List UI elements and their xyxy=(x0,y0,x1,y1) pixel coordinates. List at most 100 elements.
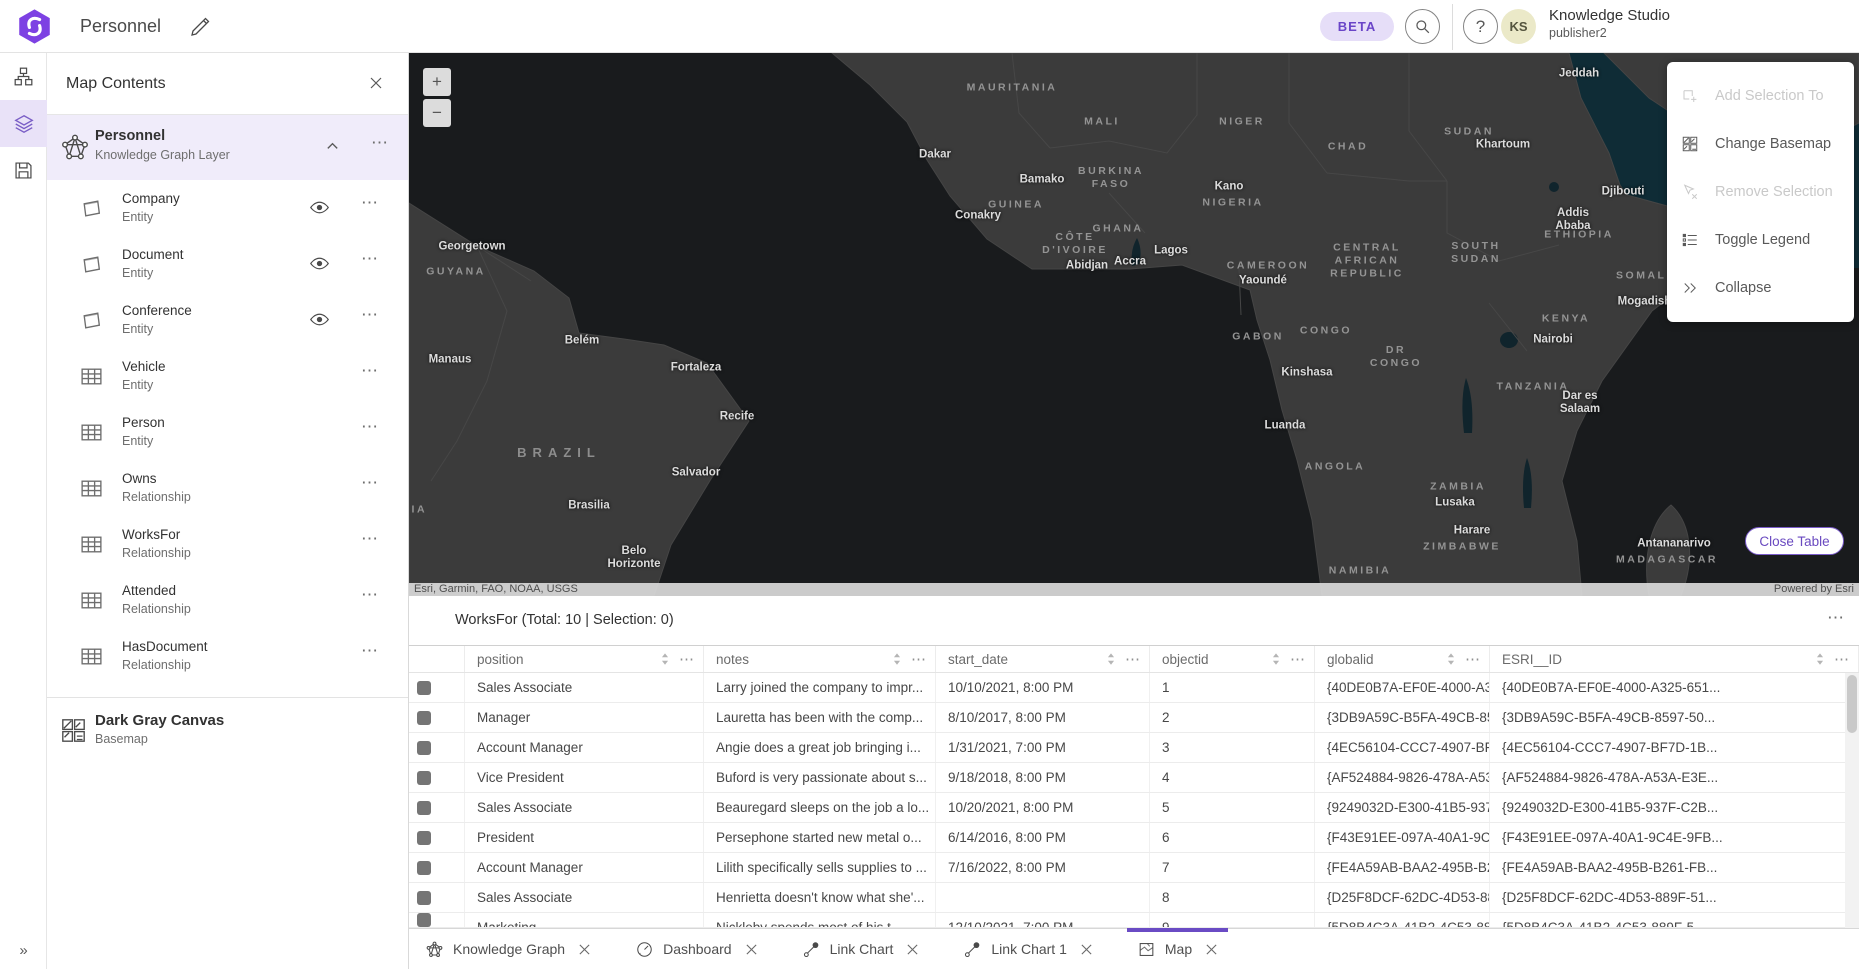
close-tab-icon[interactable] xyxy=(906,943,919,956)
row-checkbox[interactable] xyxy=(417,681,431,695)
layer-row-hasdocument[interactable]: HasDocumentRelationship⋯ xyxy=(47,628,408,684)
column-menu-icon[interactable]: ⋯ xyxy=(1290,650,1306,668)
column-header-objectid[interactable]: objectid⋯ xyxy=(1150,646,1315,672)
column-menu-icon[interactable]: ⋯ xyxy=(911,650,927,668)
table-row[interactable]: Sales AssociateLarry joined the company … xyxy=(409,673,1859,703)
column-header-position[interactable]: position⋯ xyxy=(465,646,704,672)
user-block[interactable]: Knowledge Studio publisher2 xyxy=(1549,7,1670,41)
top-bar: Personnel BETA ? KS Knowledge Studio pub… xyxy=(0,0,1859,53)
menu-item-label: Change Basemap xyxy=(1715,136,1831,152)
layer-row-document[interactable]: DocumentEntity⋯ xyxy=(47,236,408,292)
close-tab-icon[interactable] xyxy=(578,943,591,956)
row-checkbox[interactable] xyxy=(417,711,431,725)
tab-link-chart[interactable]: Link Chart xyxy=(792,929,930,969)
sort-icon[interactable] xyxy=(1445,652,1457,666)
layer-menu-icon[interactable]: ⋯ xyxy=(357,641,383,661)
table-row[interactable]: Sales AssociateBeauregard sleeps on the … xyxy=(409,793,1859,823)
row-checkbox[interactable] xyxy=(417,741,431,755)
close-table-button[interactable]: Close Table xyxy=(1745,527,1844,555)
layer-row-owns[interactable]: OwnsRelationship⋯ xyxy=(47,460,408,516)
layer-menu-icon[interactable]: ⋯ xyxy=(357,305,383,325)
layer-row-conference[interactable]: ConferenceEntity⋯ xyxy=(47,292,408,348)
help-button[interactable]: ? xyxy=(1463,9,1498,44)
sort-icon[interactable] xyxy=(659,652,671,666)
tab-link-chart-1[interactable]: Link Chart 1 xyxy=(953,929,1102,969)
table-scrollbar[interactable] xyxy=(1845,673,1859,928)
basemap-row[interactable]: Dark Gray Canvas Basemap xyxy=(47,702,408,760)
sort-icon[interactable] xyxy=(1270,652,1282,666)
table-row[interactable]: MarketingNickleby spends most of his t..… xyxy=(409,913,1859,928)
column-menu-icon[interactable]: ⋯ xyxy=(679,650,695,668)
row-checkbox[interactable] xyxy=(417,801,431,815)
row-checkbox[interactable] xyxy=(417,913,431,927)
layer-menu-icon[interactable]: ⋯ xyxy=(357,529,383,549)
collapse-group-icon[interactable] xyxy=(325,139,340,154)
edit-title-icon[interactable] xyxy=(188,15,212,39)
close-tab-icon[interactable] xyxy=(1080,943,1093,956)
visibility-eye-icon[interactable] xyxy=(309,253,330,274)
table-row[interactable]: Account ManagerLilith specifically sells… xyxy=(409,853,1859,883)
column-header-notes[interactable]: notes⋯ xyxy=(704,646,936,672)
scrollbar-thumb[interactable] xyxy=(1847,675,1857,733)
layer-group-menu-icon[interactable]: ⋯ xyxy=(367,133,393,153)
table-row[interactable]: Account ManagerAngie does a great job br… xyxy=(409,733,1859,763)
cell-esri__id: {F43E91EE-097A-40A1-9C4E-9FB... xyxy=(1490,823,1859,852)
menu-item-toggle-legend[interactable]: Toggle Legend xyxy=(1667,216,1854,264)
layer-menu-icon[interactable]: ⋯ xyxy=(357,585,383,605)
column-header-start_date[interactable]: start_date⋯ xyxy=(936,646,1150,672)
layer-row-company[interactable]: CompanyEntity⋯ xyxy=(47,180,408,236)
table-row[interactable]: PresidentPersephone started new metal o.… xyxy=(409,823,1859,853)
menu-item-collapse[interactable]: Collapse xyxy=(1667,264,1854,312)
row-checkbox[interactable] xyxy=(417,891,431,905)
zoom-in-button[interactable]: + xyxy=(423,68,451,96)
visibility-eye-icon[interactable] xyxy=(309,309,330,330)
row-checkbox[interactable] xyxy=(417,831,431,845)
sort-icon[interactable] xyxy=(1105,652,1117,666)
table-row[interactable]: Sales AssociateHenrietta doesn't know wh… xyxy=(409,883,1859,913)
layer-row-attended[interactable]: AttendedRelationship⋯ xyxy=(47,572,408,628)
table-icon xyxy=(79,588,104,613)
table-row[interactable]: ManagerLauretta has been with the comp..… xyxy=(409,703,1859,733)
close-panel-icon[interactable] xyxy=(368,75,386,93)
column-menu-icon[interactable]: ⋯ xyxy=(1125,650,1141,668)
layer-menu-icon[interactable]: ⋯ xyxy=(357,193,383,213)
table-options-icon[interactable]: ⋯ xyxy=(1827,608,1845,628)
layer-row-vehicle[interactable]: VehicleEntity⋯ xyxy=(47,348,408,404)
tab-dashboard[interactable]: Dashboard xyxy=(625,929,768,969)
layer-menu-icon[interactable]: ⋯ xyxy=(357,361,383,381)
table-row[interactable]: Vice PresidentBuford is very passionate … xyxy=(409,763,1859,793)
layer-group-personnel[interactable]: Personnel Knowledge Graph Layer ⋯ xyxy=(47,115,408,180)
column-menu-icon[interactable]: ⋯ xyxy=(1465,650,1481,668)
menu-item-change-basemap[interactable]: Change Basemap xyxy=(1667,120,1854,168)
tab-map[interactable]: Map xyxy=(1127,929,1228,969)
expand-rail-button[interactable]: » xyxy=(0,942,47,959)
row-checkbox[interactable] xyxy=(417,771,431,785)
visibility-eye-icon[interactable] xyxy=(309,197,330,218)
rail-item-data-model[interactable] xyxy=(0,53,47,100)
row-checkbox[interactable] xyxy=(417,861,431,875)
layer-row-worksfor[interactable]: WorksForRelationship⋯ xyxy=(47,516,408,572)
layer-menu-icon[interactable]: ⋯ xyxy=(357,417,383,437)
sort-icon[interactable] xyxy=(891,652,903,666)
basemap-icon xyxy=(60,717,87,744)
avatar[interactable]: KS xyxy=(1501,9,1536,44)
layer-menu-icon[interactable]: ⋯ xyxy=(357,473,383,493)
layer-type: Relationship xyxy=(122,602,191,616)
beta-badge: BETA xyxy=(1320,12,1394,41)
column-header-esri__id[interactable]: ESRI__ID⋯ xyxy=(1490,646,1859,672)
menu-item-label: Remove Selection xyxy=(1715,184,1833,200)
sort-icon[interactable] xyxy=(1814,652,1826,666)
map-view[interactable]: MAURITANIAMALINIGERCHADSUDANBURKINA FASO… xyxy=(409,53,1859,596)
column-menu-icon[interactable]: ⋯ xyxy=(1834,650,1850,668)
column-header-globalid[interactable]: globalid⋯ xyxy=(1315,646,1490,672)
close-tab-icon[interactable] xyxy=(745,943,758,956)
tab-label: Link Chart xyxy=(830,941,894,957)
tab-knowledge-graph[interactable]: Knowledge Graph xyxy=(415,929,601,969)
rail-item-save[interactable] xyxy=(0,147,47,194)
layer-menu-icon[interactable]: ⋯ xyxy=(357,249,383,269)
close-tab-icon[interactable] xyxy=(1205,943,1218,956)
search-button[interactable] xyxy=(1405,9,1440,44)
zoom-out-button[interactable]: − xyxy=(423,99,451,127)
rail-item-layers[interactable] xyxy=(0,100,47,147)
layer-row-person[interactable]: PersonEntity⋯ xyxy=(47,404,408,460)
